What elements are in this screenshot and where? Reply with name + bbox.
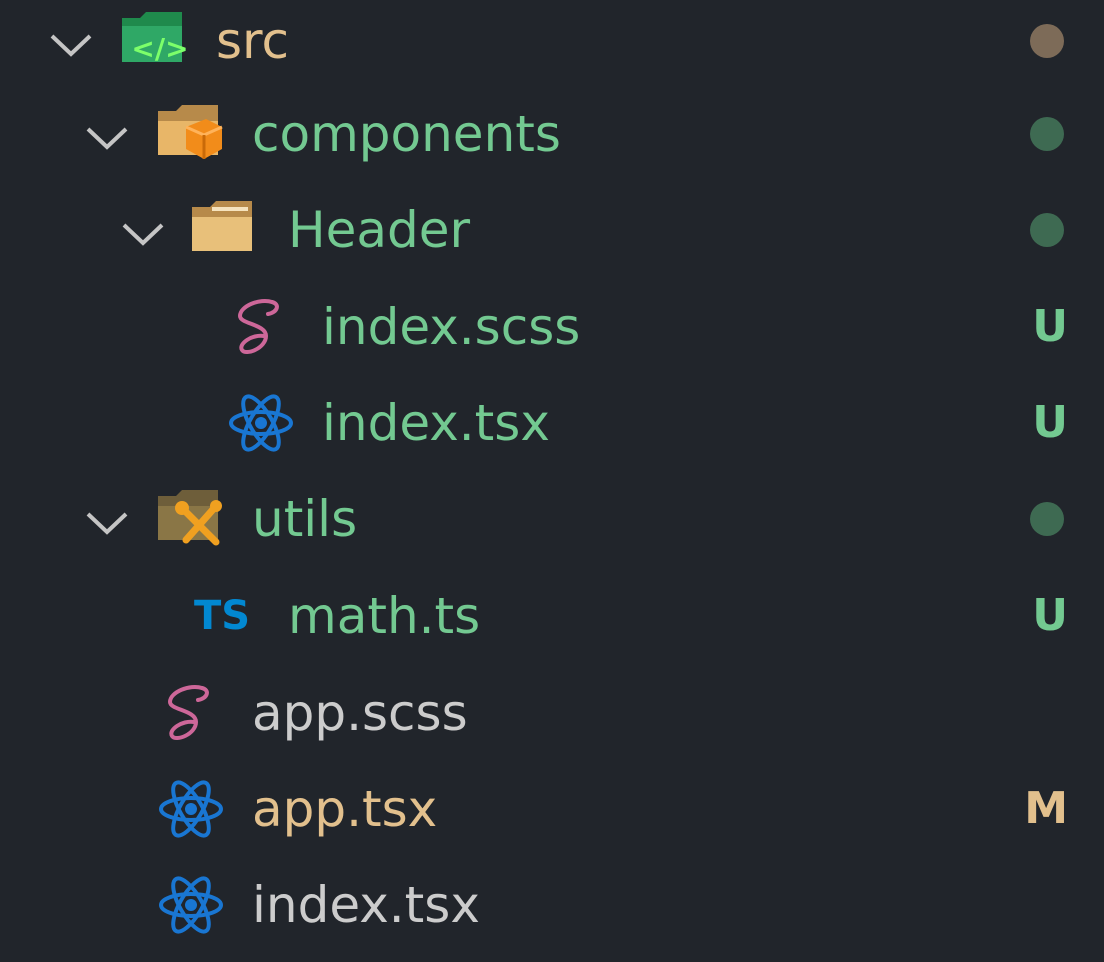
- tree-item-label: index.tsx: [252, 876, 480, 934]
- folder-src-icon: </>: [120, 6, 190, 76]
- chevron-down-icon[interactable]: [46, 20, 96, 70]
- untracked-status-badge: U: [1032, 301, 1068, 352]
- tree-item-label: app.scss: [252, 684, 468, 742]
- chevron-down-icon[interactable]: [82, 498, 132, 548]
- folder-icon: [190, 195, 260, 265]
- tree-item-header-index-scss[interactable]: index.scss U: [0, 286, 1104, 383]
- untracked-dot-icon: [1030, 502, 1064, 536]
- react-icon: [226, 388, 296, 458]
- sass-icon: [226, 292, 296, 362]
- untracked-status-badge: U: [1032, 590, 1068, 641]
- tree-item-index-tsx[interactable]: index.tsx: [0, 864, 1104, 961]
- modified-dot-icon: [1030, 24, 1064, 58]
- tree-item-header-index-tsx[interactable]: index.tsx U: [0, 382, 1104, 479]
- tree-item-math-ts[interactable]: TS math.ts U: [0, 575, 1104, 672]
- typescript-icon: TS: [194, 593, 251, 639]
- tree-item-label: math.ts: [288, 587, 481, 645]
- react-icon: [156, 774, 226, 844]
- modified-status-badge: M: [1024, 783, 1068, 834]
- untracked-dot-icon: [1030, 117, 1064, 151]
- svg-text:</>: </>: [131, 32, 188, 65]
- tree-item-label: app.tsx: [252, 780, 438, 838]
- file-explorer-tree: </> src components Header index.scss U i…: [0, 0, 1104, 962]
- tree-item-app-scss[interactable]: app.scss: [0, 672, 1104, 769]
- tree-item-components[interactable]: components: [0, 93, 1104, 190]
- react-icon: [156, 870, 226, 940]
- tree-item-label: Header: [288, 201, 471, 259]
- folder-components-icon: [156, 99, 226, 169]
- chevron-down-icon[interactable]: [82, 113, 132, 163]
- tree-item-label: utils: [252, 490, 358, 548]
- tree-item-label: components: [252, 105, 561, 163]
- tree-item-label: index.tsx: [322, 394, 550, 452]
- tree-item-app-tsx[interactable]: app.tsx M: [0, 768, 1104, 865]
- chevron-down-icon[interactable]: [118, 209, 168, 259]
- tree-item-label: src: [216, 12, 289, 70]
- untracked-status-badge: U: [1032, 397, 1068, 448]
- folder-utils-icon: [156, 484, 226, 554]
- sass-icon: [156, 678, 226, 748]
- tree-item-src[interactable]: </> src: [0, 0, 1104, 97]
- tree-item-header[interactable]: Header: [0, 189, 1104, 286]
- tree-item-utils[interactable]: utils: [0, 478, 1104, 575]
- untracked-dot-icon: [1030, 213, 1064, 247]
- tree-item-label: index.scss: [322, 298, 581, 356]
